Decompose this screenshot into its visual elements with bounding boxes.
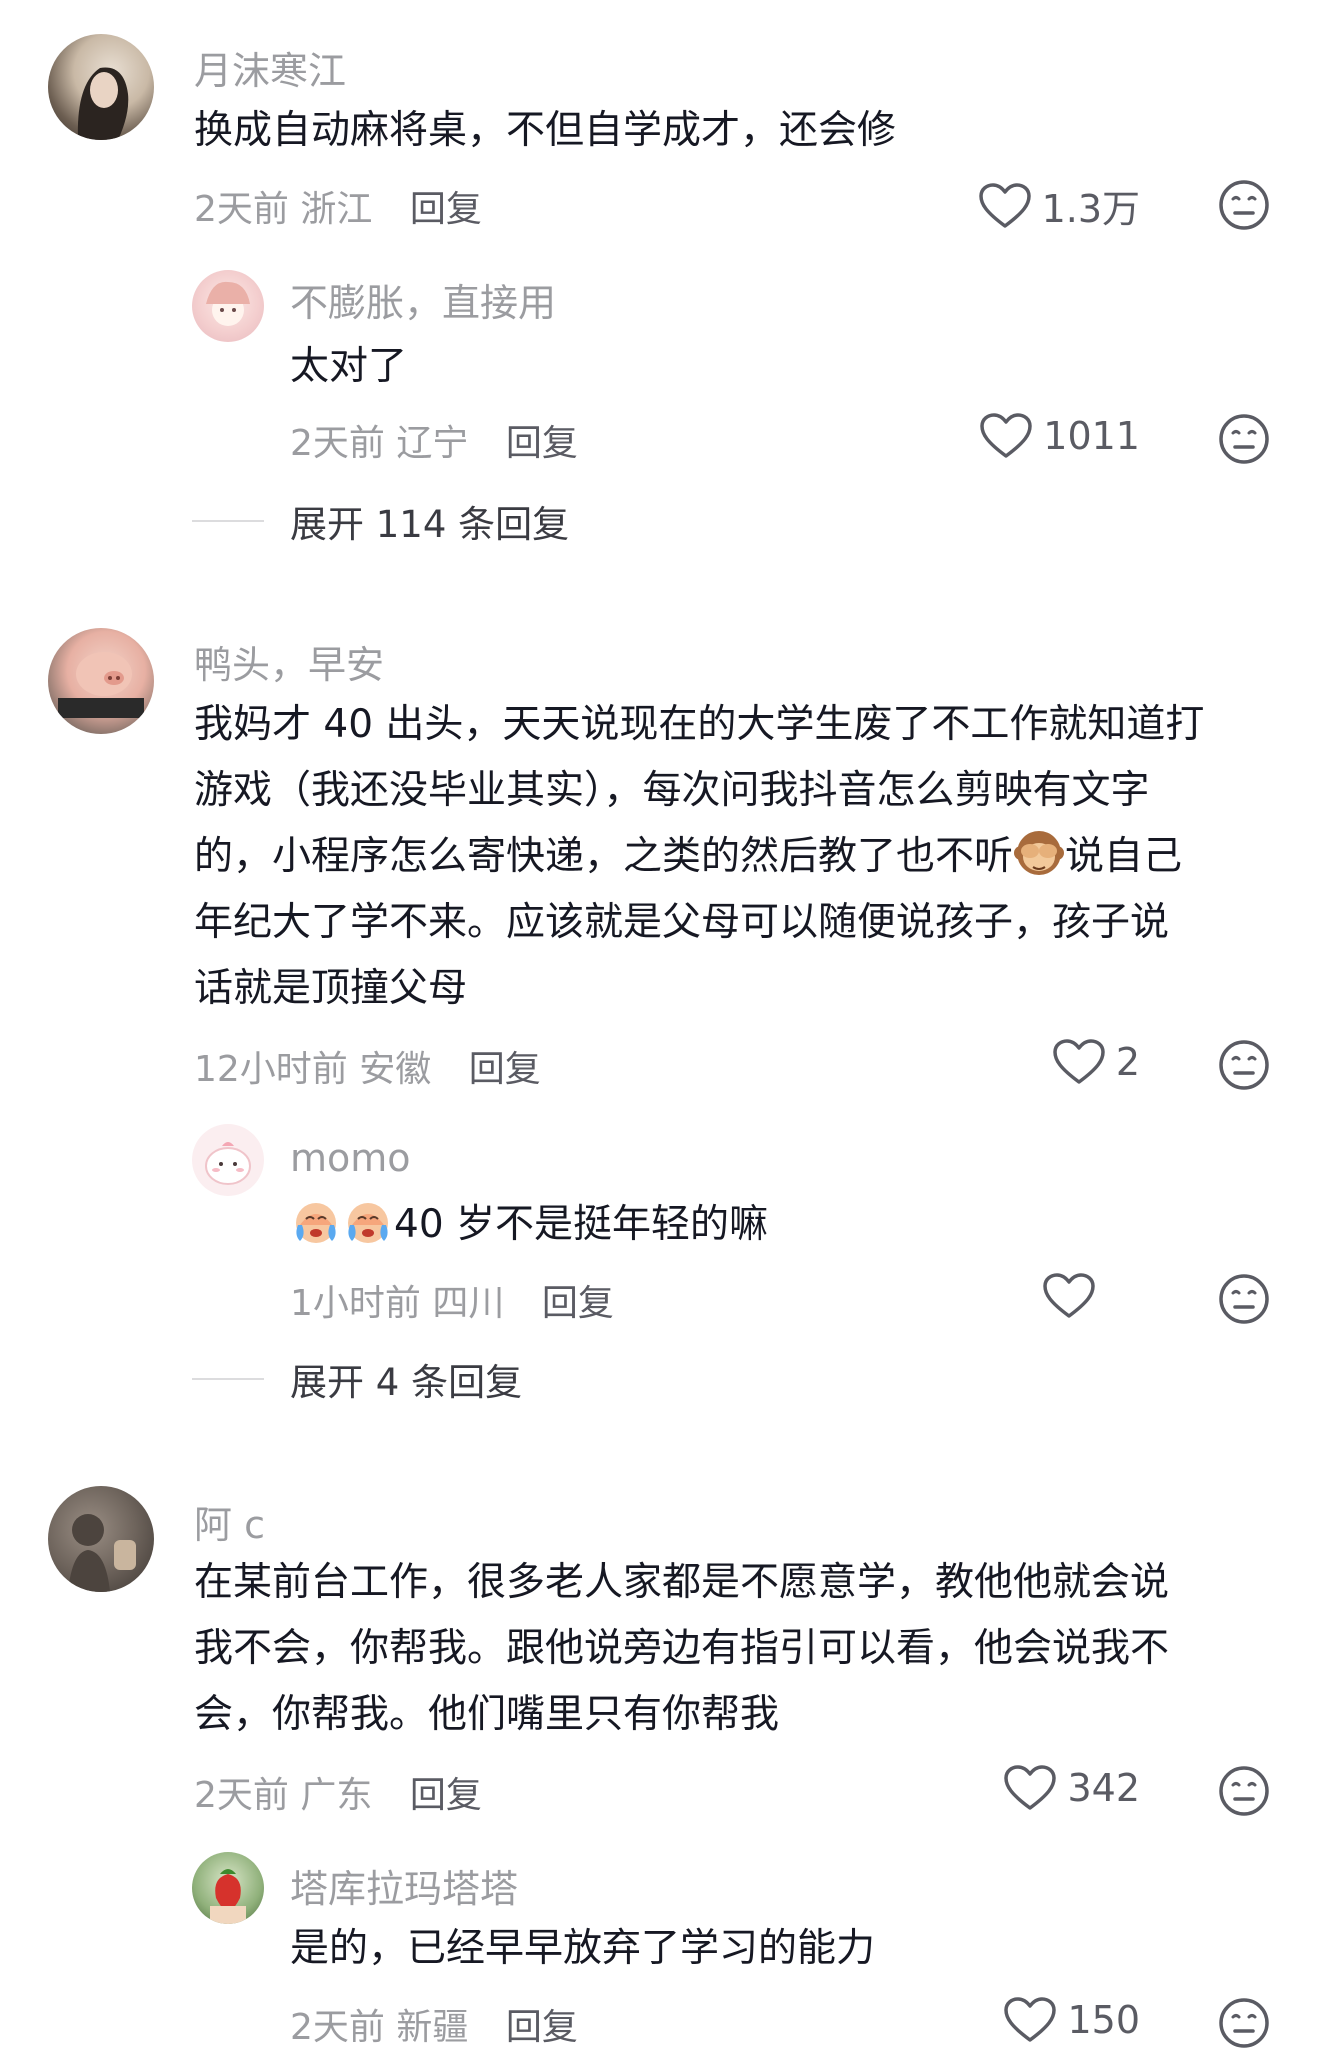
timestamp: 2天前 [194, 1775, 289, 1816]
reply-button[interactable]: 回复 [506, 423, 578, 464]
reply-button[interactable]: 回复 [469, 1049, 541, 1090]
location: 四川 [432, 1283, 505, 1324]
meh-face-icon[interactable] [1218, 1997, 1270, 2049]
comment-text-line: 年纪大了学不来。应该就是父母可以随便说孩子，孩子说 [194, 900, 1170, 945]
comment-text-line: 游戏（我还没毕业其实），每次问我抖音怎么剪映有文字 [194, 768, 1150, 813]
see-no-evil-monkey-emoji [1014, 831, 1065, 875]
location: 新疆 [396, 2007, 469, 2048]
reply-meta: 2天前 新疆 回复 [290, 1998, 578, 2050]
timestamp: 2天前 [290, 423, 385, 464]
username[interactable]: 鸭头，早安 [194, 634, 384, 689]
comment-text-line: 会，你帮我。他们嘴里只有你帮我 [194, 1692, 780, 1737]
like-button[interactable]: 1.3万 [978, 178, 1140, 233]
avatar[interactable] [192, 270, 264, 342]
timestamp: 1小时前 [290, 1283, 421, 1324]
like-button[interactable]: 150 [1003, 1996, 1140, 2044]
expand-replies-label: 展开 4 条回复 [290, 1361, 523, 1404]
comment-text-line: 我妈才 40 出头，天天说现在的大学生废了不工作就知道打 [194, 702, 1205, 747]
username[interactable]: 月沫寒江 [194, 40, 346, 95]
reply-text-segment: 40 岁不是挺年轻的嘛 [394, 1202, 769, 1247]
like-button[interactable] [1042, 1272, 1106, 1320]
meh-face-icon[interactable] [1218, 179, 1270, 231]
meh-face-icon[interactable] [1218, 1039, 1270, 1091]
divider [192, 520, 264, 522]
comment-text: 换成自动麻将桌，不但自学成才，还会修 [194, 98, 896, 164]
reply-text: 40 岁不是挺年轻的嘛 [290, 1192, 768, 1258]
crying-face-emoji [296, 1203, 336, 1243]
avatar[interactable] [48, 628, 154, 734]
reply-button[interactable]: 回复 [410, 189, 482, 230]
comment-text-line: 我不会，你帮我。跟他说旁边有指引可以看，他会说我不 [194, 1626, 1170, 1671]
reply-button[interactable]: 回复 [506, 2007, 578, 2048]
comment-text-segment: 说自己 [1065, 834, 1183, 879]
comment-meta: 2天前 广东 回复 [194, 1766, 482, 1818]
location: 浙江 [300, 189, 373, 230]
location: 广东 [300, 1775, 373, 1816]
heart-outline-icon [1052, 1038, 1106, 1086]
reply-text: 是的，已经早早放弃了学习的能力 [290, 1926, 876, 1971]
timestamp: 2天前 [194, 189, 289, 230]
comment-text-line: 话就是顶撞父母 [194, 966, 468, 1011]
like-count: 1.3万 [1041, 187, 1140, 231]
like-button[interactable]: 342 [1003, 1764, 1140, 1812]
reply-button[interactable]: 回复 [410, 1775, 482, 1816]
comment-meta: 12小时前 安徽 回复 [194, 1040, 541, 1092]
heart-outline-icon [979, 412, 1033, 460]
timestamp: 12小时前 [194, 1049, 348, 1090]
reply-meta: 2天前 辽宁 回复 [290, 414, 578, 466]
crying-face-emoji [348, 1203, 388, 1243]
like-count: 150 [1067, 1998, 1140, 2042]
expand-replies-button[interactable]: 展开 4 条回复 [192, 1352, 522, 1406]
timestamp: 2天前 [290, 2007, 385, 2048]
location: 安徽 [359, 1049, 432, 1090]
username[interactable]: momo [290, 1136, 411, 1180]
like-button[interactable]: 2 [1052, 1038, 1140, 1086]
like-count: 1011 [1043, 414, 1140, 458]
avatar[interactable] [48, 34, 154, 140]
heart-outline-icon [978, 182, 1032, 230]
divider [192, 1378, 264, 1380]
like-button[interactable]: 1011 [979, 412, 1140, 460]
comment-text-segment: 的，小程序怎么寄快递，之类的然后教了也不听 [194, 834, 1014, 879]
location: 辽宁 [396, 423, 469, 464]
avatar[interactable] [192, 1124, 264, 1196]
expand-replies-button[interactable]: 展开 114 条回复 [192, 494, 569, 548]
reply-button[interactable]: 回复 [542, 1283, 614, 1324]
comment-text: 在某前台工作，很多老人家都是不愿意学，教他他就会说 我不会，你帮我。跟他说旁边有… [194, 1550, 1169, 1748]
heart-outline-icon [1042, 1272, 1096, 1320]
avatar[interactable] [48, 1486, 154, 1592]
username[interactable]: 阿 c [194, 1494, 265, 1549]
username[interactable]: 不膨胀，直接用 [290, 272, 556, 327]
reply-meta: 1小时前 四川 回复 [290, 1274, 614, 1326]
comment-meta: 2天前 浙江 回复 [194, 180, 482, 232]
reply-text: 太对了 [290, 344, 408, 389]
like-count: 2 [1115, 1040, 1140, 1084]
like-count: 342 [1067, 1766, 1140, 1810]
comment-text-line: 的，小程序怎么寄快递，之类的然后教了也不听 说自己 [194, 824, 1204, 890]
heart-outline-icon [1003, 1764, 1057, 1812]
meh-face-icon[interactable] [1218, 413, 1270, 465]
meh-face-icon[interactable] [1218, 1765, 1270, 1817]
comment-text-line: 在某前台工作，很多老人家都是不愿意学，教他他就会说 [194, 1560, 1170, 1605]
meh-face-icon[interactable] [1218, 1273, 1270, 1325]
username[interactable]: 塔库拉玛塔塔 [290, 1858, 518, 1913]
avatar[interactable] [192, 1852, 264, 1924]
comment-text: 我妈才 40 出头，天天说现在的大学生废了不工作就知道打 游戏（我还没毕业其实）… [194, 692, 1204, 1022]
expand-replies-label: 展开 114 条回复 [290, 503, 570, 546]
comment-text-line: 换成自动麻将桌，不但自学成才，还会修 [194, 108, 897, 153]
heart-outline-icon [1003, 1996, 1057, 2044]
